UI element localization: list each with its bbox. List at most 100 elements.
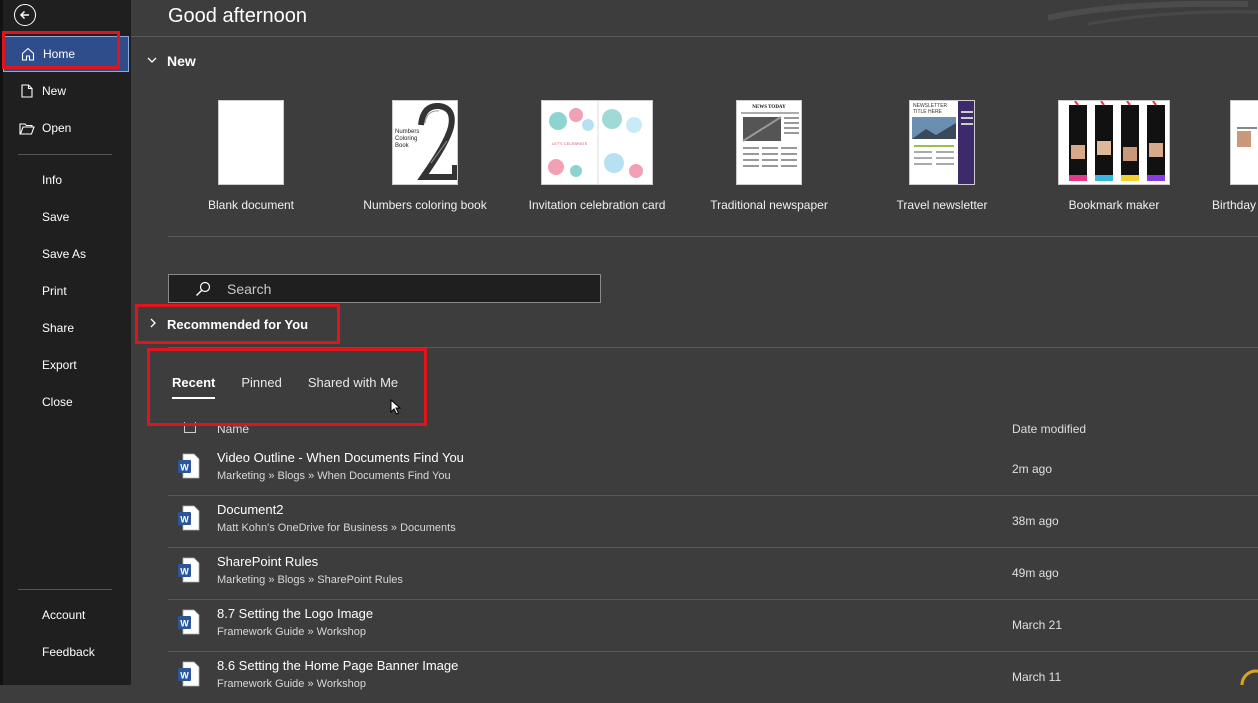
template-name: Travel newsletter	[896, 198, 988, 212]
template-numbers-coloring-book[interactable]: Numbers Coloring Book Numbers coloring b…	[362, 100, 488, 212]
template-traditional-newspaper[interactable]: NEWS TODAY Traditional newspaper	[707, 100, 831, 212]
back-arrow-icon[interactable]	[14, 4, 36, 26]
sidebar-item-close[interactable]: Close	[3, 384, 129, 420]
file-list-header: Name Date modified	[168, 420, 1258, 440]
sidebar-item-label: Export	[42, 358, 77, 372]
new-document-icon	[19, 84, 35, 98]
word-document-icon: W	[178, 505, 200, 531]
template-invitation-celebration-card[interactable]: LET'S CELEBRATE Invitation celebration c…	[527, 100, 667, 212]
birthday-illustration	[1237, 127, 1257, 147]
thumbnail-text: LET'S CELEBRATE	[552, 141, 588, 146]
backstage-sidebar: Home New Open Info Save Save As Print Sh…	[0, 0, 131, 685]
template-thumbnail: NEWS TODAY	[736, 100, 802, 185]
sidebar-item-feedback[interactable]: Feedback	[3, 634, 129, 670]
sidebar-item-label: Save	[42, 210, 70, 224]
sidebar-item-label: Print	[42, 284, 67, 298]
corner-badge-icon	[1240, 669, 1258, 685]
chevron-right-icon	[150, 318, 157, 331]
tab-shared-with-me[interactable]: Shared with Me	[308, 375, 398, 396]
sidebar-item-label: Feedback	[42, 645, 95, 659]
file-title: 8.7 Setting the Logo Image	[217, 606, 374, 621]
section-divider	[168, 236, 1258, 237]
sidebar-item-save-as[interactable]: Save As	[3, 236, 129, 272]
thumbnail-text: NEWSLETTER TITLE HERE	[913, 103, 948, 115]
tab-recent[interactable]: Recent	[172, 375, 216, 399]
folder-open-icon	[19, 122, 35, 135]
word-document-icon: W	[178, 609, 200, 635]
template-bookmark-maker[interactable]: Bookmark maker	[1056, 100, 1172, 212]
svg-text:W: W	[180, 671, 189, 681]
template-name: Birthday	[1212, 198, 1257, 212]
file-date: 38m ago	[1012, 514, 1059, 528]
svg-text:W: W	[180, 619, 189, 629]
template-thumbnail	[218, 100, 284, 185]
header-decoration	[1047, 0, 1258, 26]
column-header-name[interactable]: Name	[217, 422, 249, 436]
file-row[interactable]: W Document2 Matt Kohn's OneDrive for Bus…	[168, 495, 1258, 548]
file-row[interactable]: W 8.6 Setting the Home Page Banner Image…	[168, 651, 1258, 703]
file-row[interactable]: W SharePoint Rules Marketing » Blogs » S…	[168, 547, 1258, 600]
recommended-label: Recommended for You	[167, 317, 309, 332]
sidebar-item-info[interactable]: Info	[3, 162, 129, 198]
new-section-toggle[interactable]: New	[147, 53, 196, 69]
file-tabs: Recent Pinned Shared with Me	[172, 375, 424, 399]
sidebar-item-label: Info	[42, 173, 63, 187]
template-thumbnail: Numbers Coloring Book	[392, 100, 458, 185]
word-document-icon: W	[178, 453, 200, 479]
word-document-icon: W	[178, 661, 200, 687]
sidebar-item-open[interactable]: Open	[3, 110, 129, 146]
template-name: Invitation celebration card	[528, 198, 666, 212]
sidebar-item-label: Share	[42, 321, 75, 335]
header-divider	[131, 36, 1258, 37]
file-path: Framework Guide » Workshop	[217, 678, 366, 690]
file-path: Framework Guide » Workshop	[217, 626, 366, 638]
sidebar-item-label: Save As	[42, 247, 87, 261]
file-path: Marketing » Blogs » SharePoint Rules	[217, 574, 403, 586]
template-birthday[interactable]: Birthday	[1210, 100, 1258, 212]
number-two-illustration	[417, 103, 457, 180]
search-icon	[195, 281, 211, 297]
template-travel-newsletter[interactable]: NEWSLETTER TITLE HERE Travel newsletter	[890, 100, 994, 212]
sidebar-item-export[interactable]: Export	[3, 347, 129, 383]
newspaper-illustration	[741, 112, 799, 167]
sidebar-item-print[interactable]: Print	[3, 273, 129, 309]
sidebar-item-account[interactable]: Account	[3, 597, 129, 633]
template-name: Blank document	[207, 198, 295, 212]
file-path: Matt Kohn's OneDrive for Business » Docu…	[217, 522, 456, 534]
select-all-checkbox[interactable]	[184, 422, 196, 433]
file-date: March 21	[1012, 618, 1063, 632]
file-date: 49m ago	[1012, 566, 1059, 580]
sidebar-item-save[interactable]: Save	[3, 199, 129, 235]
word-document-icon: W	[178, 557, 200, 583]
sidebar-item-share[interactable]: Share	[3, 310, 129, 346]
template-name: Bookmark maker	[1068, 198, 1160, 212]
section-divider	[168, 347, 1258, 348]
sidebar-item-new[interactable]: New	[3, 73, 129, 109]
svg-text:W: W	[180, 515, 189, 525]
file-title: 8.6 Setting the Home Page Banner Image	[217, 658, 459, 673]
recommended-section-toggle[interactable]: Recommended for You	[150, 317, 308, 332]
column-header-date[interactable]: Date modified	[1012, 422, 1086, 436]
sidebar-item-label: Account	[42, 608, 86, 622]
template-thumbnail	[1058, 100, 1170, 185]
file-date: 2m ago	[1012, 462, 1053, 476]
template-blank-document[interactable]: Blank document	[205, 100, 297, 212]
sidebar-divider	[18, 154, 112, 155]
thumbnail-text: NEWS TODAY	[752, 105, 786, 110]
home-icon	[20, 47, 36, 61]
tab-pinned[interactable]: Pinned	[241, 375, 281, 396]
svg-text:W: W	[180, 463, 189, 473]
file-row[interactable]: W 8.7 Setting the Logo Image Framework G…	[168, 599, 1258, 652]
sidebar-item-home[interactable]: Home	[3, 36, 129, 72]
sidebar-item-label: New	[42, 84, 67, 98]
sidebar-item-label: Open	[42, 121, 72, 135]
template-name: Traditional newspaper	[710, 198, 828, 212]
sidebar-item-label: Close	[42, 395, 73, 409]
template-thumbnail: NEWSLETTER TITLE HERE	[909, 100, 975, 185]
search-box[interactable]	[168, 274, 601, 303]
file-title: SharePoint Rules	[217, 554, 319, 569]
svg-text:W: W	[180, 567, 189, 577]
template-thumbnail	[1230, 100, 1258, 185]
file-row[interactable]: W Video Outline - When Documents Find Yo…	[168, 443, 1258, 496]
search-input[interactable]	[225, 279, 529, 298]
